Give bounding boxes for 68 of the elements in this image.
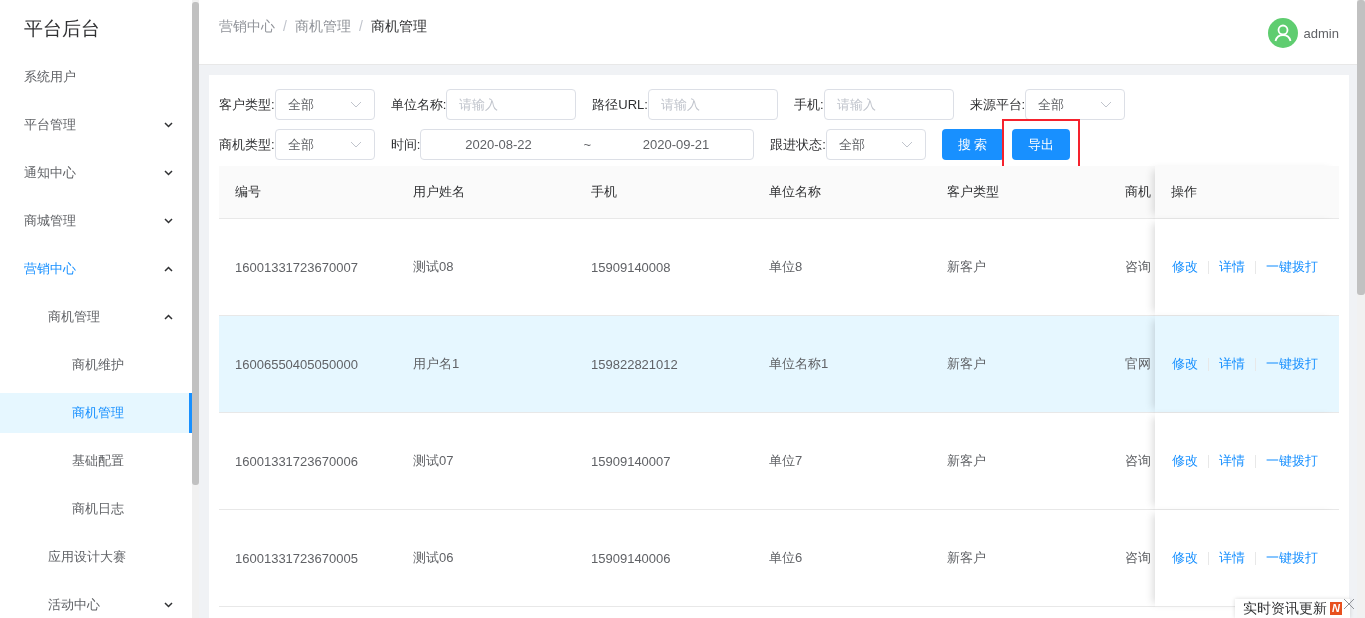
news-badge: N bbox=[1330, 602, 1342, 615]
action-link[interactable]: 修改 bbox=[1172, 549, 1198, 567]
filter-label: 路径URL: bbox=[592, 95, 648, 114]
breadcrumb-link[interactable]: 商机管理 bbox=[294, 18, 351, 64]
date-range-field[interactable]: 2020-08-22 ~ 2020-09-21 bbox=[420, 129, 755, 160]
table-cell: 16006550405050000 bbox=[219, 316, 397, 413]
column-header: 手机 bbox=[575, 166, 753, 219]
filter-label: 手机: bbox=[793, 95, 824, 114]
breadcrumb-link[interactable]: 营销中心 bbox=[219, 18, 275, 64]
action-link[interactable]: 一键拨打 bbox=[1266, 258, 1318, 276]
table-cell: 用户名1 bbox=[397, 316, 575, 413]
breadcrumb-link[interactable]: 商机管理 bbox=[370, 18, 427, 64]
breadcrumb-separator: / bbox=[358, 18, 363, 36]
table-cell: 新客户 bbox=[931, 316, 1109, 413]
column-header: 用户姓名 bbox=[397, 166, 575, 219]
action-link[interactable]: 一键拨打 bbox=[1266, 355, 1318, 373]
scrollbar-thumb[interactable] bbox=[192, 2, 199, 485]
action-link[interactable]: 详情 bbox=[1219, 258, 1245, 276]
chevron-down-icon bbox=[164, 602, 173, 608]
action-link[interactable]: 详情 bbox=[1219, 452, 1245, 470]
filter-label: 客户类型: bbox=[219, 95, 275, 114]
news-text: 实时资讯更新 bbox=[1243, 599, 1328, 618]
input-field[interactable]: 请输入 bbox=[647, 89, 778, 120]
input-field[interactable]: 请输入 bbox=[446, 89, 577, 120]
input-field[interactable]: 请输入 bbox=[823, 89, 954, 120]
table-cell: 官网 bbox=[1109, 316, 1155, 413]
action-link[interactable]: 修改 bbox=[1172, 258, 1198, 276]
breadcrumb-separator: / bbox=[283, 18, 287, 36]
sidebar-item[interactable]: 商机管理 bbox=[0, 393, 192, 433]
column-header: 商机 bbox=[1109, 166, 1155, 219]
column-header: 操作 bbox=[1155, 166, 1339, 219]
caret-icon bbox=[349, 101, 362, 108]
avatar-icon[interactable] bbox=[1267, 18, 1298, 48]
filter-label: 来源平台: bbox=[969, 95, 1026, 114]
action-link[interactable]: 修改 bbox=[1172, 355, 1198, 373]
filter-label: 时间: bbox=[390, 135, 421, 154]
chevron-up-icon bbox=[164, 266, 173, 272]
select-field[interactable]: 全部 bbox=[1025, 89, 1126, 120]
chevron-down-icon bbox=[164, 122, 173, 128]
action-link[interactable]: 一键拨打 bbox=[1266, 452, 1318, 470]
news-popup[interactable]: 实时资讯更新 N bbox=[1235, 599, 1350, 618]
select-field[interactable]: 全部 bbox=[274, 129, 375, 160]
table-cell: 159822821012 bbox=[575, 316, 753, 413]
action-link[interactable]: 一键拨打 bbox=[1266, 549, 1318, 567]
column-header: 客户类型 bbox=[931, 166, 1109, 219]
column-header: 编号 bbox=[219, 166, 397, 219]
filter-label: 商机类型: bbox=[219, 135, 275, 154]
caret-icon bbox=[900, 141, 913, 148]
close-icon[interactable] bbox=[1343, 598, 1355, 610]
filter-label: 跟进状态: bbox=[770, 135, 826, 154]
app-title: 平台后台 bbox=[23, 17, 101, 41]
scrollbar-thumb[interactable] bbox=[1357, 0, 1365, 295]
caret-icon bbox=[349, 141, 362, 148]
chevron-up-icon bbox=[164, 314, 173, 320]
chevron-down-icon bbox=[164, 218, 173, 224]
chevron-down-icon bbox=[164, 170, 173, 176]
table-cell: 单位名称1 bbox=[753, 316, 931, 413]
select-field[interactable]: 全部 bbox=[825, 129, 926, 160]
filter-label: 单位名称: bbox=[390, 95, 447, 114]
column-header: 单位名称 bbox=[753, 166, 931, 219]
action-link[interactable]: 详情 bbox=[1219, 549, 1245, 567]
select-field[interactable]: 全部 bbox=[274, 89, 375, 120]
action-button[interactable]: 搜 索 bbox=[941, 129, 1004, 160]
action-button[interactable]: 导出 bbox=[1011, 129, 1070, 160]
action-link[interactable]: 详情 bbox=[1219, 355, 1245, 373]
user-name: admin bbox=[1303, 25, 1339, 41]
caret-icon bbox=[1100, 101, 1113, 108]
action-link[interactable]: 修改 bbox=[1172, 452, 1198, 470]
